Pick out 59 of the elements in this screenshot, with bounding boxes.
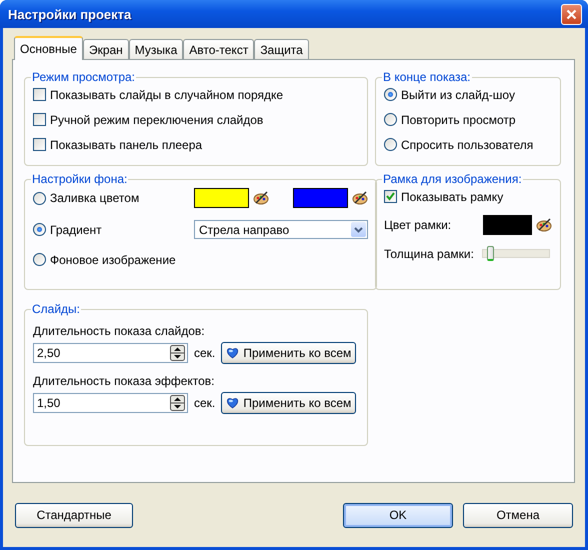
radio-label: Фоновое изображение (50, 252, 176, 266)
checkbox-label: Показывать рамку (401, 190, 504, 204)
checkbox-label: Показывать панель плеера (50, 138, 202, 152)
palette-icon[interactable] (536, 218, 552, 232)
color-swatch[interactable] (483, 215, 532, 235)
checkbox[interactable] (33, 138, 46, 151)
slider-thumb[interactable] (487, 246, 494, 261)
radio-label: Спросить пользователя (401, 138, 534, 152)
radio-button[interactable] (384, 88, 397, 101)
heart-icon (226, 346, 240, 360)
color-swatch[interactable] (293, 188, 348, 208)
tab[interactable]: Защита (254, 39, 309, 59)
radio-label: Заливка цветом (50, 191, 140, 205)
checkbox[interactable] (384, 190, 397, 203)
group-title: В конце показа: (382, 70, 472, 84)
field-label: Длительность показа эффектов: (33, 374, 216, 388)
spin-buttons-icon[interactable] (170, 395, 185, 411)
spin-buttons-icon[interactable] (170, 345, 185, 361)
close-icon (566, 8, 577, 20)
group-title: Режим просмотра: (31, 70, 136, 84)
group-title: Рамка для изображения: (382, 172, 523, 186)
apply-to-all-button[interactable]: Применить ко всем (221, 342, 356, 364)
unit-label: сек. (194, 346, 216, 360)
unit-label: сек. (194, 396, 216, 410)
tab[interactable]: Основные (14, 36, 83, 60)
tab[interactable]: Экран (82, 39, 129, 59)
heart-icon (226, 396, 240, 410)
checkbox-label: Показывать слайды в случайном порядке (50, 88, 284, 102)
tab[interactable]: Музыка (128, 39, 184, 59)
checkbox-label: Ручной режим переключения слайдов (50, 112, 264, 126)
dialog-button[interactable]: Стандартные (15, 502, 133, 528)
dialog-button[interactable]: Отмена (463, 502, 573, 528)
checkbox[interactable] (33, 88, 46, 101)
thickness-slider[interactable] (482, 249, 550, 258)
duration-field[interactable]: 1,50 (33, 393, 188, 413)
window-title: Настройки проекта (8, 6, 132, 22)
apply-to-all-button[interactable]: Применить ко всем (221, 392, 356, 414)
ok-button[interactable]: OK (343, 502, 453, 528)
tab[interactable]: Авто-текст (183, 39, 254, 59)
color-swatch[interactable] (194, 188, 249, 208)
radio-button[interactable] (33, 253, 46, 266)
palette-icon[interactable] (253, 191, 269, 205)
checkbox[interactable] (33, 113, 46, 126)
radio-label: Выйти из слайд-шоу (401, 88, 515, 102)
gradient-dropdown[interactable]: Стрела направо (194, 220, 368, 239)
field-label: Длительность показа слайдов: (33, 324, 206, 338)
radio-button[interactable] (384, 138, 397, 151)
radio-button[interactable] (33, 223, 46, 236)
close-button[interactable] (561, 4, 582, 24)
group-title: Слайды: (31, 302, 82, 316)
frame-thickness-label: Толщина рамки: (384, 246, 474, 260)
radio-button[interactable] (33, 192, 46, 204)
radio-label: Градиент (50, 222, 103, 236)
group-title: Настройки фона: (31, 172, 128, 186)
radio-label: Повторить просмотр (401, 112, 516, 126)
radio-button[interactable] (384, 113, 397, 126)
palette-icon[interactable] (352, 191, 368, 205)
duration-field[interactable]: 2,50 (33, 343, 188, 363)
frame-color-label: Цвет рамки: (384, 218, 452, 232)
